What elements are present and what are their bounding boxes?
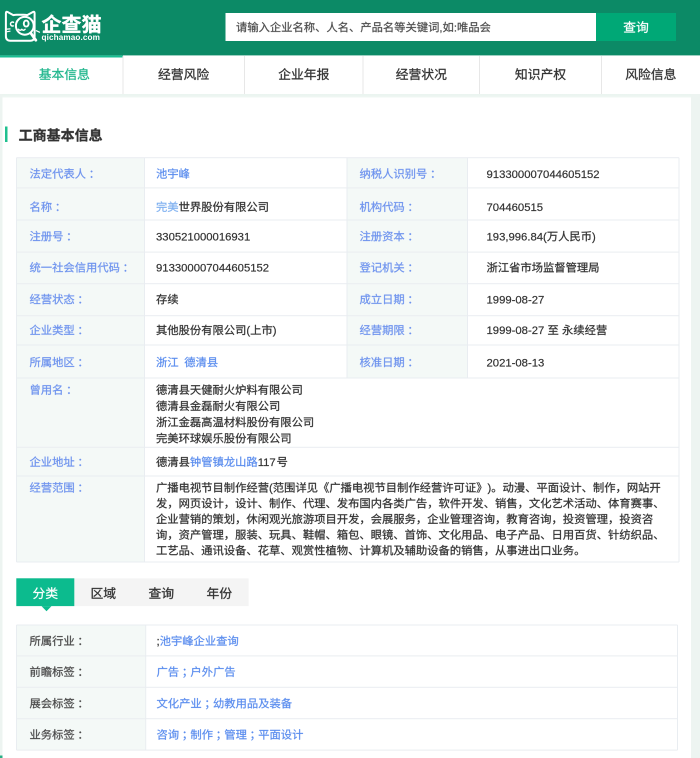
- svg-text:): ): [487, 483, 491, 495]
- svg-text:1999-08-27: 1999-08-27: [487, 325, 545, 337]
- svg-text:330521000016931: 330521000016931: [156, 231, 250, 243]
- svg-text:;: ;: [157, 636, 160, 648]
- svg-text:qichamao.com: qichamao.com: [42, 33, 101, 42]
- svg-text::: :: [454, 22, 457, 34]
- svg-text:2021-08-13: 2021-08-13: [487, 357, 545, 369]
- svg-text:): ): [592, 231, 596, 243]
- svg-text:(: (: [269, 483, 273, 495]
- svg-text:): ): [273, 325, 277, 337]
- svg-text:913300007044605152: 913300007044605152: [487, 169, 600, 181]
- svg-text:,: ,: [439, 22, 442, 34]
- svg-text:913300007044605152: 913300007044605152: [156, 263, 269, 275]
- svg-text:193,996.84(: 193,996.84(: [487, 231, 548, 243]
- svg-text:1999-08-27: 1999-08-27: [487, 294, 545, 306]
- svg-text:(: (: [246, 325, 250, 337]
- svg-text:704460515: 704460515: [487, 202, 544, 214]
- svg-text:117: 117: [258, 457, 276, 469]
